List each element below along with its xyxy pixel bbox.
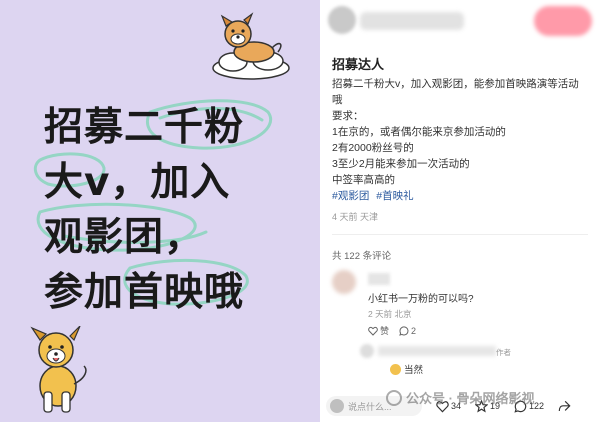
comment-count: 共 122 条评论 — [332, 251, 392, 262]
post-header — [320, 0, 600, 44]
reply-author-name-blurred[interactable] — [378, 346, 496, 356]
comment-input-placeholder: 说点什么... — [348, 401, 392, 412]
commenter-avatar[interactable] — [332, 270, 356, 294]
comment-input[interactable]: 说点什么... — [326, 396, 422, 416]
bottom-action-bar: 说点什么... 34 19 122 — [320, 390, 600, 422]
comments-button[interactable]: 122 — [514, 400, 544, 413]
comment-like-button[interactable]: 赞 — [368, 324, 389, 337]
tag-link[interactable]: #观影团 — [332, 190, 369, 202]
author-name-blurred[interactable] — [360, 12, 464, 30]
post-body-line: 要求： — [332, 110, 364, 122]
smile-emoji-icon — [390, 363, 401, 375]
post-body-line: 1在京的，或者偶尔能来京参加活动的 — [332, 126, 506, 138]
poster-line-3: 观影团， — [44, 215, 205, 260]
heart-icon — [368, 326, 378, 336]
post-title: 招募达人 — [332, 57, 385, 72]
poster-headline: 招募二千粉 大v，加入 观影团， 参加首映哦 — [44, 100, 314, 320]
post-body: 招募二千粉大v，加入观影团，能参加首映路演等活动 哦 要求： 1在京的，或者偶尔… — [332, 76, 594, 204]
reply-bubble-icon — [399, 325, 409, 336]
comment-timestamp: 2 天前 北京 — [368, 309, 412, 319]
post-body-line: 2有2000粉丝号的 — [332, 142, 414, 154]
star-icon — [475, 399, 489, 413]
standing-dog-illustration — [30, 326, 87, 413]
like-button[interactable]: 34 — [436, 400, 461, 413]
my-avatar — [330, 399, 344, 413]
divider — [332, 234, 588, 235]
reply-text: 当然 — [404, 365, 424, 376]
comment-reply-count: 2 — [411, 325, 417, 336]
reply-text-row: 当然 — [390, 362, 423, 376]
comments-count: 122 — [529, 401, 545, 411]
poster-line-1: 招募二千粉 — [44, 105, 245, 150]
collect-count: 19 — [490, 401, 501, 411]
author-badge: 作者 — [496, 348, 511, 357]
post-body-line: 中签率高高的 — [332, 174, 395, 186]
dog-on-cloud-illustration — [212, 12, 290, 80]
commenter-name-blurred[interactable] — [368, 273, 390, 285]
post-panel: 招募达人 招募二千粉大v，加入观影团，能参加首映路演等活动 哦 要求： 1在京的… — [320, 0, 600, 422]
reply-avatar[interactable] — [360, 344, 374, 358]
collect-button[interactable]: 19 — [475, 399, 501, 413]
post-body-line: 招募二千粉大v，加入观影团，能参加首映路演等活动 — [332, 78, 579, 90]
post-tags: #观影团 #首映礼 — [332, 188, 594, 204]
poster-line-2: 大v，加入 — [44, 160, 231, 205]
comment-actions: 赞 2 — [368, 324, 416, 337]
poster-image: 招募二千粉 大v，加入 观影团， 参加首映哦 — [0, 0, 320, 422]
post-timestamp-location: 4 天前 天津 — [332, 212, 379, 222]
follow-button[interactable] — [534, 6, 592, 36]
comment-like-label: 赞 — [380, 326, 390, 336]
post-body-line: 哦 — [332, 94, 343, 106]
comment-text: 小红书一万粉的可以吗? — [368, 294, 474, 305]
share-button[interactable] — [558, 400, 571, 413]
comment-bubble-icon — [514, 400, 527, 413]
heart-icon — [436, 400, 449, 413]
tag-link[interactable]: #首映礼 — [376, 190, 413, 202]
share-icon — [558, 400, 571, 411]
like-count: 34 — [451, 401, 462, 411]
author-avatar[interactable] — [328, 6, 356, 34]
poster-line-4: 参加首映哦 — [44, 270, 245, 315]
post-body-line: 3至少2月能来参加一次活动的 — [332, 158, 470, 170]
comment-reply-button[interactable]: 2 — [399, 326, 416, 336]
